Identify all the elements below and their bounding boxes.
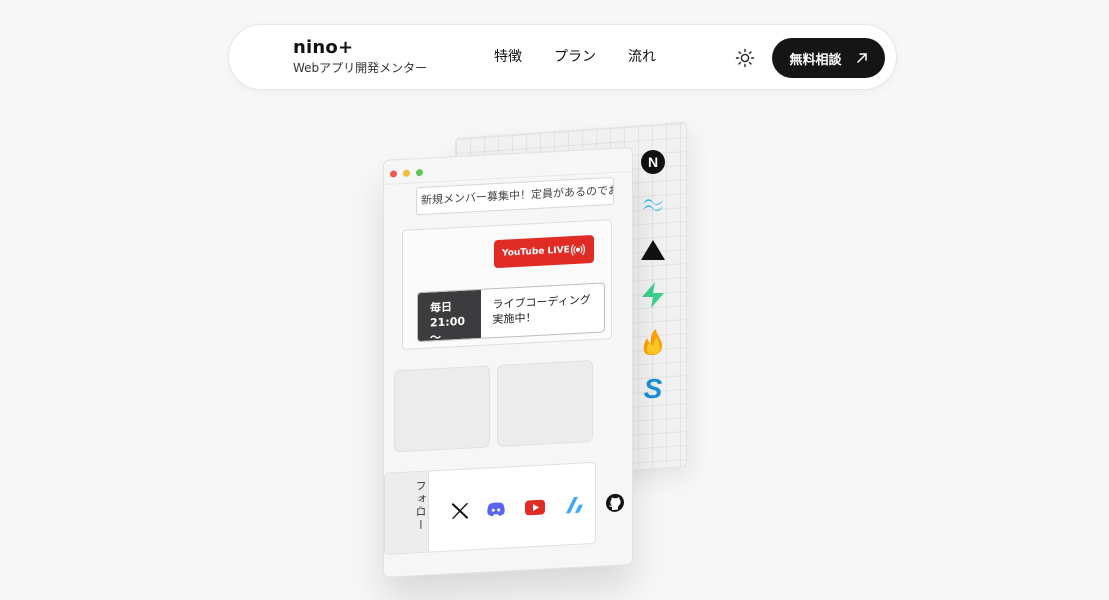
discord-icon[interactable]	[485, 498, 507, 521]
follow-card: フォロー	[384, 461, 624, 555]
svg-text:S: S	[644, 374, 663, 402]
cta-label: 無料相談	[789, 52, 842, 68]
youtube-icon[interactable]	[524, 495, 546, 518]
sun-icon[interactable]	[734, 47, 756, 69]
youtube-live-badge[interactable]: YouTube LIVE	[494, 234, 594, 269]
close-dot-icon	[390, 170, 397, 178]
schedule-text: ライブコーディング実施中！	[492, 293, 591, 327]
live-card: YouTube LIVE 毎日 21:00 〜 21:30 ライブコーディング実…	[402, 218, 612, 351]
minimize-dot-icon	[403, 169, 410, 177]
supabase-icon	[633, 278, 673, 312]
x-icon[interactable]	[449, 499, 471, 522]
firebase-icon	[633, 325, 673, 359]
live-badge-label: YouTube LIVE	[502, 245, 570, 259]
nav-link-plans[interactable]: プラン	[554, 48, 596, 66]
arrow-up-right-icon	[856, 53, 867, 63]
nav-link-flow[interactable]: 流れ	[628, 48, 656, 66]
nav-link-features[interactable]: 特徴	[494, 48, 522, 66]
brand-name: nino+	[293, 37, 354, 58]
broadcast-icon	[570, 243, 586, 256]
vercel-icon	[633, 233, 673, 267]
main-nav: 特徴 プラン 流れ	[494, 48, 656, 66]
maximize-dot-icon	[416, 168, 423, 177]
svg-text:N: N	[648, 154, 658, 170]
schedule-time: 毎日 21:00 〜 21:30	[418, 289, 481, 342]
nextjs-icon: N	[633, 145, 673, 179]
stripe-icon: S	[633, 371, 673, 405]
browser-window-mock: 新規メンバー募集中！定員があるのでお YouTube LIVE 毎日 21:00…	[383, 146, 633, 578]
brand-subtitle: Webアプリ開発メンター	[293, 61, 428, 75]
schedule-box: 毎日 21:00 〜 21:30 ライブコーディング実施中！	[417, 282, 605, 343]
free-consultation-button[interactable]: 無料相談	[772, 38, 885, 78]
zenn-icon[interactable]	[563, 493, 585, 516]
site-header: nino+ Webアプリ開発メンター 特徴 プラン 流れ 無料相談	[228, 24, 897, 90]
placeholder-card	[394, 365, 490, 453]
github-icon[interactable]	[604, 491, 626, 514]
follow-label: フォロー	[385, 471, 429, 554]
recruit-banner: 新規メンバー募集中！定員があるのでお	[416, 176, 614, 216]
placeholder-card	[497, 359, 593, 448]
tailwind-icon	[633, 188, 673, 222]
brand[interactable]: nino+ Webアプリ開発メンター	[293, 37, 427, 76]
